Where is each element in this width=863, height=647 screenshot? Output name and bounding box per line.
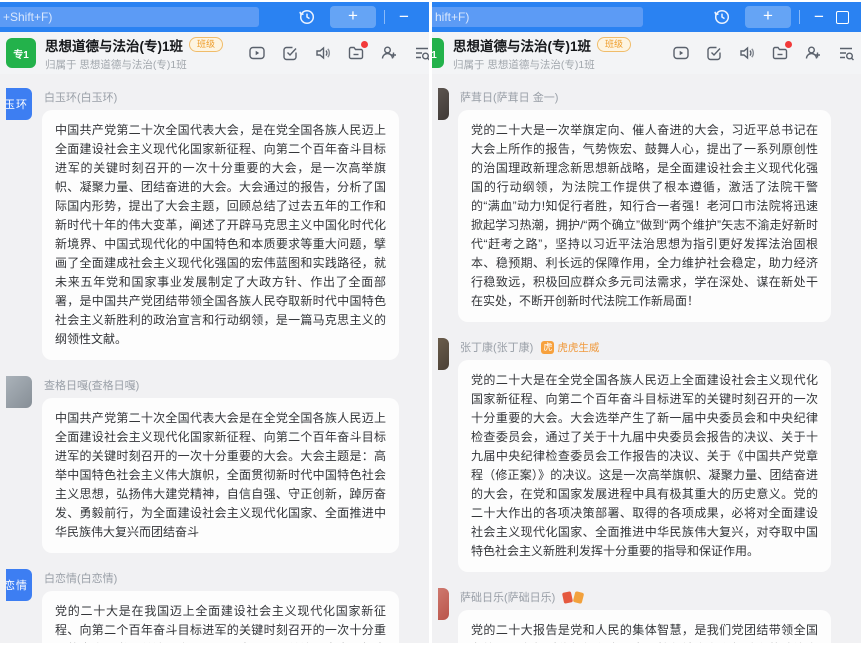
member-title-text: 虎虎生威 <box>557 340 599 355</box>
group-avatar[interactable]: 专1 <box>6 38 36 68</box>
group-info: 思想道德与法治(专)1班 班级 归属于 思想道德与法治(专)1班 <box>453 35 631 72</box>
member-avatar[interactable]: 恋情 <box>6 569 32 601</box>
message-bubble[interactable]: 党的二十大是在全党全国各族人民迈上全面建设社会主义现代化国家新征程、向第二个百年… <box>458 360 831 572</box>
message: 恋情 白恋情(白恋情) 党的二十大是在我国迈上全面建设社会主义现代化国家新征程、… <box>0 561 429 643</box>
sender-name: 查格日嘎(查格日嘎) <box>44 377 139 393</box>
message-list[interactable]: 玉环 白玉环(白玉环) 中国共产党第二十次全国代表大会，是在党全国各族人民迈上全… <box>0 74 429 643</box>
chat-history-search-icon[interactable] <box>837 44 855 62</box>
message-list[interactable]: 萨茸日(萨茸日 金一) 党的二十大是一次举旗定向、催人奋进的大会，习近平总书记在… <box>432 74 861 643</box>
sender-name: 张丁康(张丁康) <box>460 339 533 355</box>
maximize-button[interactable] <box>836 11 849 24</box>
chat-header: 专1 思想道德与法治(专)1班 班级 归属于 思想道德与法治(专)1班 <box>432 32 861 74</box>
add-member-icon[interactable] <box>804 44 822 62</box>
minimize-button[interactable]: − <box>393 7 415 27</box>
speaker-icon[interactable] <box>738 44 756 62</box>
member-avatar[interactable] <box>438 88 449 120</box>
titlebar-divider <box>799 10 800 24</box>
sender-name: 萨础日乐(萨础日乐) <box>460 589 555 605</box>
video-call-icon[interactable] <box>672 44 690 62</box>
group-badge: 班级 <box>189 37 223 52</box>
task-check-icon[interactable] <box>705 44 723 62</box>
titlebar-divider <box>384 10 385 24</box>
member-avatar[interactable] <box>6 376 32 408</box>
notification-dot <box>361 41 368 48</box>
sender-name: 萨茸日(萨茸日 金一) <box>460 89 558 105</box>
group-avatar[interactable]: 专1 <box>432 38 444 68</box>
chat-window-left: +Shift+F) + − 专1 思想道德与法治(专)1班 班级 归属于 思想道… <box>0 2 429 643</box>
message-bubble[interactable]: 党的二十大报告是党和人民的集体智慧，是我们党团结带领全国各族人民在新时代新征程夺… <box>458 610 831 643</box>
minimize-button[interactable]: − <box>808 7 830 27</box>
folder-icon[interactable] <box>771 44 789 62</box>
member-avatar[interactable]: 玉环 <box>6 88 32 120</box>
group-badge: 班级 <box>597 37 631 52</box>
group-subtitle: 归属于 思想道德与法治(专)1班 <box>45 57 223 72</box>
history-icon[interactable] <box>298 8 316 26</box>
group-title: 思想道德与法治(专)1班 <box>453 35 591 55</box>
message: 萨茸日(萨茸日 金一) 党的二十大是一次举旗定向、催人奋进的大会，习近平总书记在… <box>432 80 861 330</box>
message: 查格日嘎(查格日嘎) 中国共产党第二十次全国代表大会是在全党全国各族人民迈上全面… <box>0 368 429 561</box>
add-member-icon[interactable] <box>380 44 398 62</box>
member-title-badge: 虎 虎虎生威 <box>541 340 599 355</box>
message: 玉环 白玉环(白玉环) 中国共产党第二十次全国代表大会，是在党全国各族人民迈上全… <box>0 80 429 368</box>
group-subtitle: 归属于 思想道德与法治(专)1班 <box>453 57 631 72</box>
speaker-icon[interactable] <box>314 44 332 62</box>
new-chat-button[interactable]: + <box>330 6 376 28</box>
message: 萨础日乐(萨础日乐) 党的二十大报告是党和人民的集体智慧，是我们党团结带领全国各… <box>432 580 861 643</box>
group-title: 思想道德与法治(专)1班 <box>45 35 183 55</box>
folder-icon[interactable] <box>347 44 365 62</box>
group-info: 思想道德与法治(专)1班 班级 归属于 思想道德与法治(专)1班 <box>45 35 223 72</box>
message-bubble[interactable]: 中国共产党第二十次全国代表大会是在全党全国各族人民迈上全面建设社会主义现代化国家… <box>42 398 399 553</box>
video-call-icon[interactable] <box>248 44 266 62</box>
tiger-badge-icon: 虎 <box>541 341 554 354</box>
titlebar: hift+F) + − <box>432 2 861 32</box>
message: 张丁康(张丁康) 虎 虎虎生威 党的二十大是在全党全国各族人民迈上全面建设社会主… <box>432 330 861 580</box>
message-bubble[interactable]: 中国共产党第二十次全国代表大会，是在党全国各族人民迈上全面建设社会主义现代化国家… <box>42 110 399 360</box>
chat-window-right: hift+F) + − 专1 思想道德与法治(专)1班 班级 归属于 思想道德与… <box>432 2 861 643</box>
member-avatar[interactable] <box>438 588 449 620</box>
header-actions <box>248 44 429 62</box>
sender-name: 白恋情(白恋情) <box>44 570 117 586</box>
member-avatar[interactable] <box>438 338 449 370</box>
new-chat-button[interactable]: + <box>745 6 791 28</box>
notification-dot <box>785 41 792 48</box>
chat-history-search-icon[interactable] <box>413 44 429 62</box>
message-bubble[interactable]: 党的二十大是一次举旗定向、催人奋进的大会，习近平总书记在大会上所作的报告，气势恢… <box>458 110 831 322</box>
chat-header: 专1 思想道德与法治(专)1班 班级 归属于 思想道德与法治(专)1班 <box>0 32 429 74</box>
header-actions <box>672 44 855 62</box>
history-icon[interactable] <box>713 8 731 26</box>
search-input[interactable]: hift+F) <box>432 7 643 27</box>
sender-name: 白玉环(白玉环) <box>44 89 117 105</box>
search-input[interactable]: +Shift+F) <box>0 7 259 27</box>
task-check-icon[interactable] <box>281 44 299 62</box>
message-bubble[interactable]: 党的二十大是在我国迈上全面建设社会主义现代化国家新征程、向第二个百年奋斗目标进军… <box>42 591 399 643</box>
sticker-icon <box>563 592 583 603</box>
titlebar: +Shift+F) + − <box>0 2 429 32</box>
